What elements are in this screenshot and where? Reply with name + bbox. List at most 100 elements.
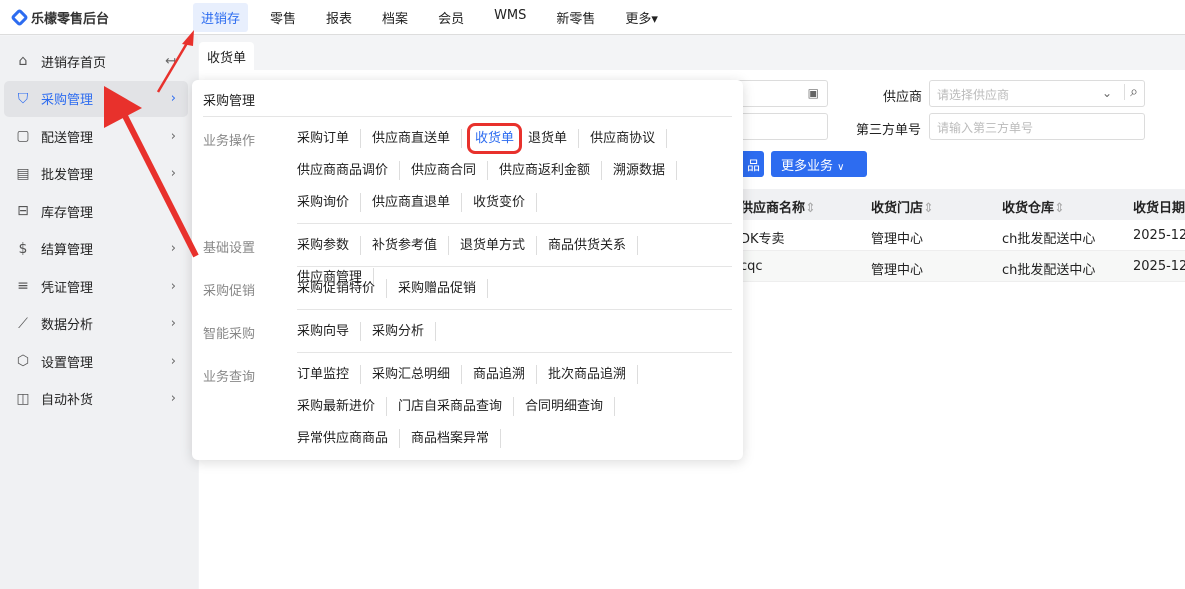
menu-item[interactable]: 供应商返利金额 [499, 161, 603, 180]
menu-item[interactable]: 供应商直退单 [372, 193, 463, 212]
menu-item[interactable]: 供应商商品调价 [297, 161, 401, 180]
sidebar: ⌂ 进销存首页 ↤ ⛉ 采购管理 › ▢ 配送管理 › ▤ 批发管理 › ⊟ 库存管理 › $ 结算管理 › ≡ 凭证… [0, 36, 198, 589]
column-header[interactable]: 收货仓库⇕ [1002, 197, 1065, 216]
menu-item[interactable]: 商品供货关系 [548, 236, 639, 255]
menu-item[interactable]: 采购参数 [297, 236, 362, 255]
menu-item[interactable]: 收货变价 [473, 193, 538, 212]
nav-item[interactable]: 零售 [262, 3, 304, 32]
popover-title: 采购管理 [203, 94, 256, 109]
menu-item[interactable]: 采购汇总明细 [372, 365, 463, 384]
tab-receipt[interactable]: 收货单 [199, 42, 255, 71]
chevron-right-icon[interactable]: › [171, 129, 176, 144]
section-items: 采购促销特价 采购赠品促销 [297, 279, 737, 298]
table-row[interactable]: cqc 管理中心 ch批发配送中心 2025-12 [740, 251, 1185, 282]
section-items: 采购向导 采购分析 [297, 322, 737, 341]
menu-item[interactable]: 采购促销特价 [297, 279, 388, 298]
calendar-icon: ▣ [807, 86, 819, 100]
menu-item[interactable]: 溯源数据 [613, 161, 678, 180]
logo: 乐檬零售后台 [10, 7, 193, 27]
tab-bar: 收货单 [199, 36, 1185, 71]
sort-icon[interactable]: ⇕ [1054, 201, 1065, 216]
more-business-button[interactable]: 更多业务 ∨ [771, 151, 867, 177]
menu-item[interactable]: 收货单 [467, 123, 523, 154]
server-icon: ▤ [16, 165, 30, 182]
section-label: 智能采购 [203, 327, 256, 342]
sidebar-item-label: 自动补货 [41, 393, 94, 408]
menu-item[interactable]: 采购订单 [297, 129, 362, 148]
sidebar-item[interactable]: ⊟ 库存管理 › [4, 193, 188, 229]
table-cell: 2025-12 [1133, 228, 1185, 243]
menu-item[interactable]: 采购赠品促销 [398, 279, 489, 298]
column-header[interactable]: 供应商名称⇕ [740, 197, 816, 216]
nav-item[interactable]: 会员 [430, 3, 472, 32]
dollar-icon: $ [18, 240, 28, 257]
third-party-input[interactable]: 请输入第三方单号 [929, 113, 1145, 140]
column-header[interactable]: 收货门店⇕ [871, 197, 934, 216]
search-icon[interactable]: ⌕ [1124, 84, 1138, 100]
menu-item[interactable]: 供应商合同 [411, 161, 489, 180]
chevron-right-icon[interactable]: › [171, 279, 176, 294]
sidebar-item-label: 批发管理 [41, 168, 94, 183]
nav-item[interactable]: WMS [486, 3, 534, 32]
nav-item[interactable]: 更多▾ [617, 3, 666, 32]
sidebar-item[interactable]: $ 结算管理 › [4, 231, 188, 267]
column-header[interactable]: 收货日期 [1133, 197, 1185, 216]
sort-icon[interactable]: ⇕ [805, 201, 816, 216]
chevron-right-icon[interactable]: › [171, 91, 176, 106]
sidebar-item[interactable]: ⌂ 进销存首页 ↤ [4, 43, 188, 79]
menu-item[interactable]: 采购最新进价 [297, 397, 388, 416]
sort-icon[interactable]: ⇕ [923, 201, 934, 216]
sidebar-item[interactable]: ◫ 自动补货 › [4, 381, 188, 417]
sidebar-item[interactable]: ⛉ 采购管理 › [4, 80, 188, 117]
third-party-label: 第三方单号 [856, 123, 922, 138]
chevron-right-icon[interactable]: › [171, 241, 176, 256]
sidebar-item-label: 设置管理 [41, 355, 94, 371]
collapse-icon[interactable]: ↤ [165, 54, 176, 69]
menu-item[interactable]: 批次商品追溯 [548, 365, 639, 384]
sidebar-item[interactable]: ⬡ 设置管理 › [4, 343, 188, 379]
menu-item[interactable]: 商品追溯 [473, 365, 538, 384]
menu-item[interactable]: 供应商协议 [590, 129, 668, 148]
supplier-select[interactable]: 请选择供应商 ⌄ ⌕ [929, 80, 1145, 107]
menu-item[interactable]: 退货单 [528, 129, 580, 148]
table-cell: cqc [740, 259, 763, 274]
table-row[interactable]: DK专卖 管理中心 ch批发配送中心 2025-12 [740, 220, 1185, 251]
sidebar-item-label: 进销存首页 [41, 55, 107, 71]
nav-item[interactable]: 新零售 [548, 3, 603, 32]
nav-item[interactable]: 档案 [374, 3, 416, 32]
menu-item[interactable]: 商品档案异常 [411, 429, 502, 448]
menu-item[interactable]: 异常供应商商品 [297, 429, 401, 448]
chevron-right-icon[interactable]: › [171, 391, 176, 406]
menu-item[interactable]: 供应商直送单 [372, 129, 463, 148]
chevron-down-icon: ⌄ [1101, 86, 1112, 100]
chevron-right-icon[interactable]: › [171, 316, 176, 331]
section-items: 订单监控 采购汇总明细 商品追溯 批次商品追溯采购最新进价 门店自采商品查询 合同明细查询… [297, 365, 737, 448]
menu-item[interactable]: 门店自采商品查询 [398, 397, 515, 416]
sidebar-item[interactable]: ▢ 配送管理 › [4, 118, 188, 154]
sidebar-item[interactable]: ▤ 批发管理 › [4, 156, 188, 192]
sidebar-item[interactable]: ⟋ 数据分析 › [4, 306, 188, 342]
section-label: 业务查询 [203, 370, 256, 385]
menu-item[interactable]: 采购分析 [372, 322, 437, 341]
chevron-right-icon[interactable]: › [171, 354, 176, 369]
section-label: 采购促销 [203, 284, 256, 299]
chevron-right-icon[interactable]: › [171, 166, 176, 181]
menu-item[interactable]: 采购向导 [297, 322, 362, 341]
nav-item[interactable]: 报表 [318, 3, 360, 32]
nav-item[interactable]: 进销存 [193, 2, 249, 32]
menu-item[interactable]: 补货参考值 [372, 236, 450, 255]
menu-item[interactable]: 退货单方式 [460, 236, 538, 255]
chart-icon: ⟋ [18, 315, 28, 332]
chevron-down-icon: ∨ [837, 162, 845, 173]
sidebar-item[interactable]: ≡ 凭证管理 › [4, 268, 188, 304]
cart-icon: ⛉ [17, 90, 29, 107]
document-icon: ≡ [17, 278, 29, 294]
menu-item[interactable]: 订单监控 [297, 365, 362, 384]
menu-item[interactable]: 合同明细查询 [525, 397, 616, 416]
chevron-right-icon[interactable]: › [171, 204, 176, 219]
brand-name: 乐檬零售后台 [31, 11, 110, 27]
sidebar-item-label: 库存管理 [41, 205, 94, 221]
menu-item[interactable]: 采购询价 [297, 193, 362, 212]
box-icon: ▢ [16, 128, 30, 144]
sidebar-item-label: 数据分析 [41, 318, 94, 333]
